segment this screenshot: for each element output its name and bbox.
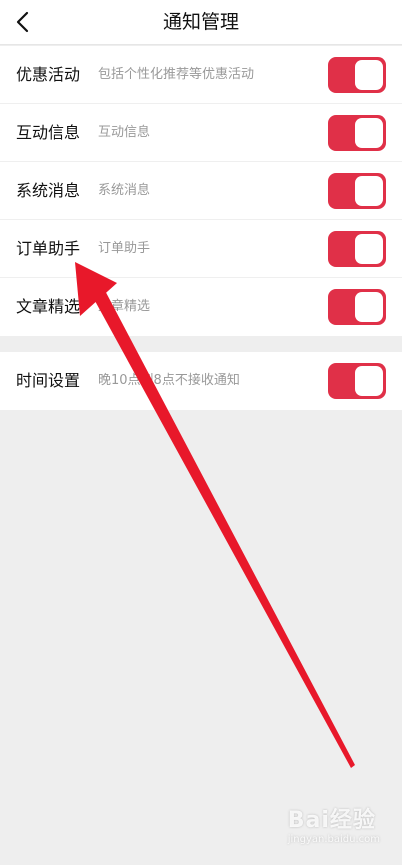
setting-desc: 互动信息 — [98, 125, 151, 140]
setting-row-articles: 文章精选 文章精选 — [0, 278, 402, 336]
toggle-knob — [355, 234, 383, 264]
toggle-switch-promotions[interactable] — [328, 57, 386, 93]
setting-desc: 文章精选 — [98, 299, 151, 314]
notification-list: 优惠活动 包括个性化推荐等优惠活动 互动信息 互动信息 系统消息 系统消息 订单… — [0, 46, 402, 336]
toggle-knob — [355, 176, 383, 206]
setting-row-time: 时间设置 晚10点到8点不接收通知 — [0, 352, 402, 410]
setting-desc: 包括个性化推荐等优惠活动 — [98, 67, 255, 82]
toggle-switch-articles[interactable] — [328, 289, 386, 325]
setting-row-system: 系统消息 系统消息 — [0, 162, 402, 220]
setting-row-orders: 订单助手 订单助手 — [0, 220, 402, 278]
setting-row-promotions: 优惠活动 包括个性化推荐等优惠活动 — [0, 46, 402, 104]
setting-label: 优惠活动 — [16, 65, 81, 84]
setting-label: 文章精选 — [16, 297, 81, 316]
setting-label: 互动信息 — [16, 123, 81, 142]
toggle-knob — [355, 60, 383, 90]
toggle-switch-time[interactable] — [328, 363, 386, 399]
baidu-jingyan-watermark: Bai经验 jingyan.baidu.com — [288, 802, 380, 845]
setting-label: 订单助手 — [16, 239, 81, 258]
setting-label: 系统消息 — [16, 181, 81, 200]
toggle-knob — [355, 118, 383, 148]
setting-label: 时间设置 — [16, 371, 81, 390]
setting-desc: 订单助手 — [98, 241, 151, 256]
toggle-switch-orders[interactable] — [328, 231, 386, 267]
toggle-knob — [355, 366, 383, 396]
setting-desc: 系统消息 — [98, 183, 151, 198]
setting-desc: 晚10点到8点不接收通知 — [98, 373, 240, 388]
toggle-switch-system[interactable] — [328, 173, 386, 209]
time-setting-group: 时间设置 晚10点到8点不接收通知 — [0, 352, 402, 410]
page-title: 通知管理 — [162, 11, 239, 33]
nav-bar: 通知管理 — [0, 0, 402, 45]
watermark-sub: jingyan.baidu.com — [287, 834, 380, 845]
toggle-switch-interactions[interactable] — [328, 115, 386, 151]
toggle-knob — [355, 292, 383, 322]
watermark-text: Bai经验 — [287, 808, 376, 833]
setting-row-interactions: 互动信息 互动信息 — [0, 104, 402, 162]
